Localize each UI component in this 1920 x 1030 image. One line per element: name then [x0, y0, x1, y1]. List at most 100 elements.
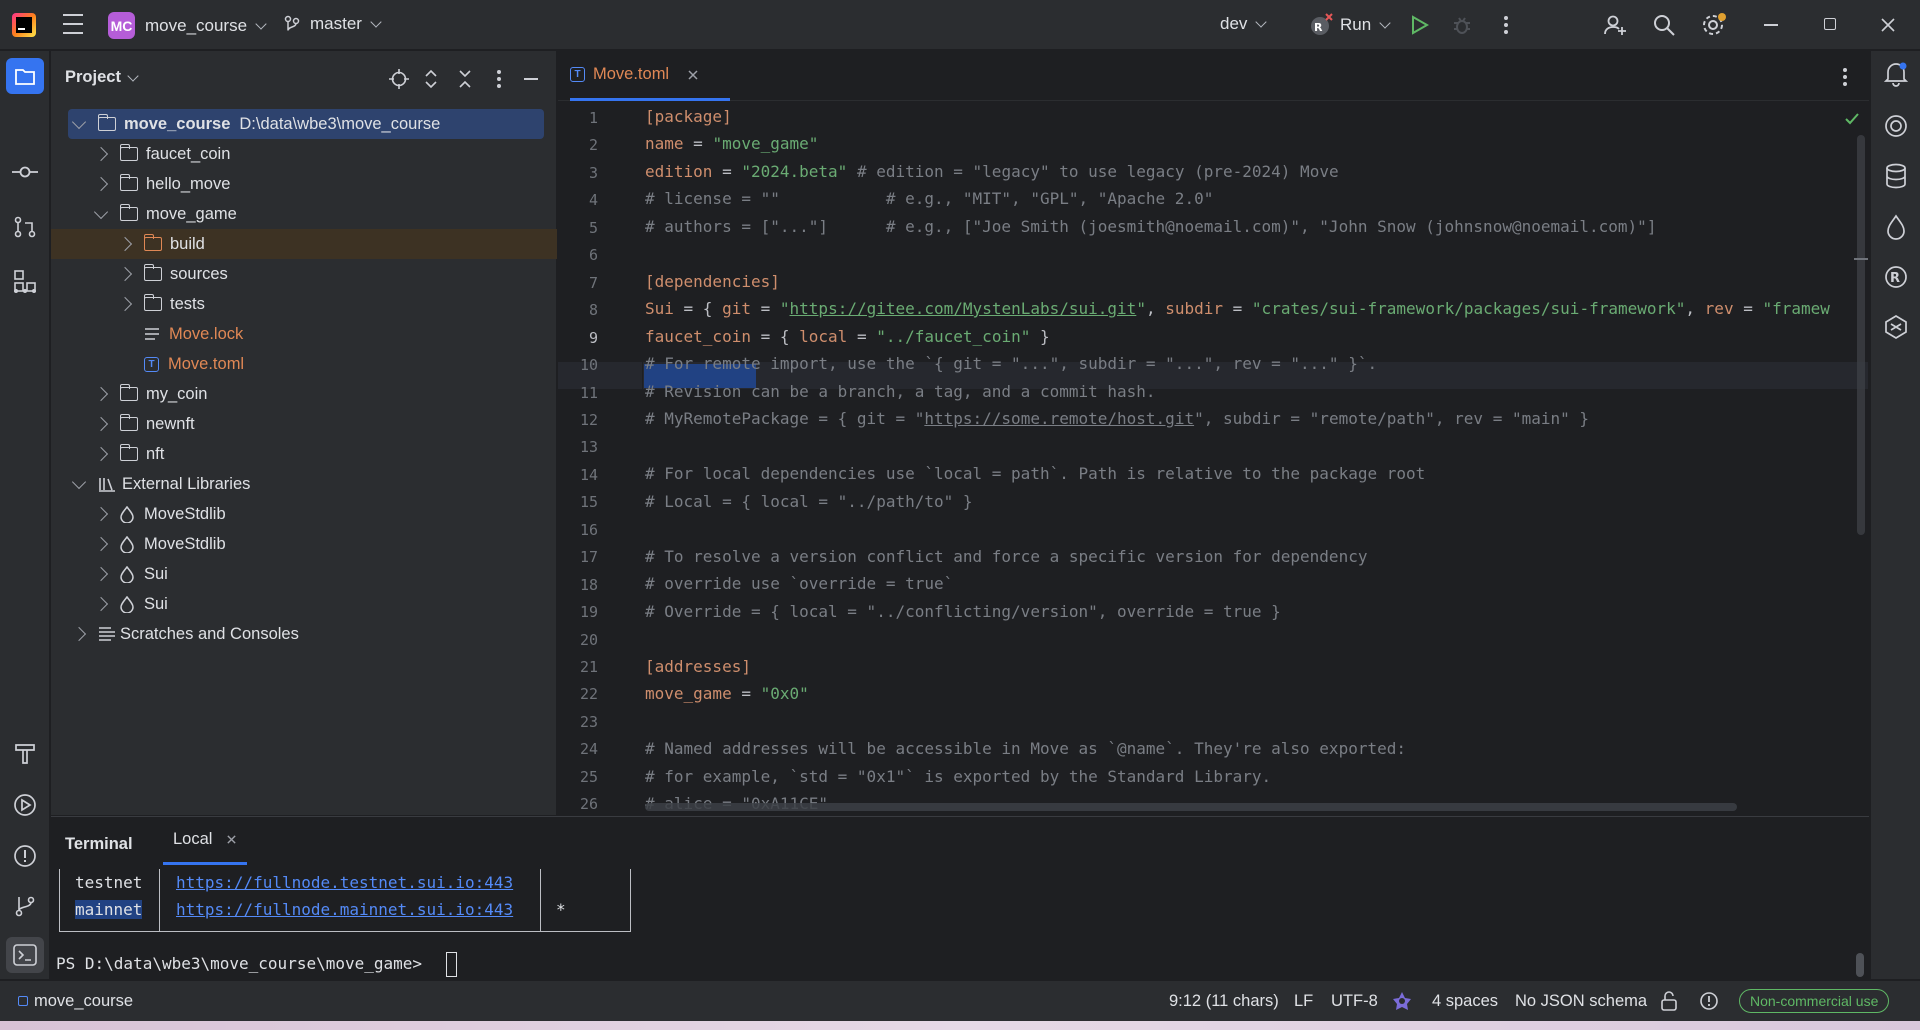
- move-drop-icon: [120, 595, 134, 613]
- vertical-scrollbar[interactable]: [1857, 135, 1865, 535]
- tree-item-faucet-coin[interactable]: faucet_coin: [51, 139, 557, 169]
- terminal-scrollbar[interactable]: [1856, 953, 1864, 977]
- chevron-down-icon: [93, 204, 109, 219]
- tree-item-hello-move[interactable]: hello_move: [51, 169, 557, 199]
- tree-item-label: move_course: [124, 114, 231, 133]
- close-tab-icon[interactable]: [226, 834, 237, 845]
- terminal-tool-button[interactable]: [6, 937, 44, 973]
- tree-item-label: sources: [170, 264, 228, 283]
- tree-item-sui-1[interactable]: Sui: [51, 559, 557, 589]
- pull-requests-icon[interactable]: [13, 215, 37, 239]
- git-icon[interactable]: [13, 894, 37, 918]
- line-ending[interactable]: LF: [1294, 981, 1313, 1021]
- tree-item-move-toml[interactable]: T Move.toml: [51, 349, 557, 379]
- commit-icon[interactable]: [12, 165, 38, 179]
- more-options-icon[interactable]: [1504, 16, 1508, 34]
- tree-item-tests[interactable]: tests: [51, 289, 557, 319]
- tree-item-scratches[interactable]: Scratches and Consoles: [51, 619, 557, 649]
- indent-setting[interactable]: 4 spaces: [1432, 981, 1498, 1021]
- file-encoding[interactable]: UTF-8: [1331, 981, 1378, 1021]
- run-config-selector[interactable]: dev: [1220, 14, 1268, 34]
- chevron-right-icon: [93, 176, 109, 192]
- settings-gear-icon[interactable]: [1701, 12, 1727, 38]
- tree-item-move-game[interactable]: move_game: [51, 199, 557, 229]
- line-number: 10: [579, 356, 598, 375]
- locate-icon[interactable]: [389, 69, 409, 89]
- line-number: 12: [579, 410, 598, 429]
- code-line: # authors = ["..."] # e.g., ["Joe Smith …: [645, 217, 1657, 236]
- project-name: move_course: [145, 15, 248, 35]
- terminal-tab-local[interactable]: Local: [163, 817, 248, 865]
- project-switcher[interactable]: MC move_course: [108, 12, 267, 39]
- line-number: 9: [588, 328, 598, 347]
- lock-open-icon[interactable]: [1660, 991, 1678, 1011]
- collapse-all-icon[interactable]: [458, 68, 472, 90]
- more-tools-icon[interactable]: [14, 289, 36, 293]
- services-icon[interactable]: [12, 792, 38, 818]
- tree-item-newnft[interactable]: newnft: [51, 409, 557, 439]
- json-schema[interactable]: No JSON schema: [1515, 981, 1647, 1021]
- tree-item-my-coin[interactable]: my_coin: [51, 379, 557, 409]
- tree-item-movestdlib-1[interactable]: MoveStdlib: [51, 499, 557, 529]
- tree-item-sources[interactable]: sources: [51, 259, 557, 289]
- terminal-link[interactable]: https://fullnode.mainnet.sui.io:443: [176, 900, 513, 919]
- license-badge[interactable]: Non-commercial use: [1739, 989, 1890, 1013]
- tree-item-build[interactable]: build: [51, 229, 557, 259]
- tree-item-label: faucet_coin: [146, 144, 231, 163]
- tree-item-move-lock[interactable]: Move.lock: [51, 319, 557, 349]
- tab-move-toml[interactable]: T Move.toml: [570, 51, 730, 101]
- chevron-right-icon: [117, 236, 133, 252]
- status-breadcrumb[interactable]: move_course: [18, 981, 133, 1021]
- minimize-icon[interactable]: [1764, 24, 1778, 26]
- remote-url-link[interactable]: https://some.remote/host.git: [924, 409, 1194, 428]
- terminal-title[interactable]: Terminal: [65, 835, 133, 854]
- horizontal-scrollbar[interactable]: [645, 803, 1737, 811]
- terminal-cursor[interactable]: [446, 952, 457, 977]
- project-panel-header[interactable]: Project: [65, 68, 139, 87]
- close-tab-icon[interactable]: [687, 69, 699, 81]
- search-icon[interactable]: [1652, 13, 1676, 37]
- editorconfig-icon[interactable]: [1392, 991, 1412, 1011]
- expand-all-icon[interactable]: [424, 68, 438, 90]
- rust-rover-icon[interactable]: R: [1883, 264, 1909, 290]
- line-number: 8: [588, 301, 598, 320]
- warning-info-icon[interactable]: [1699, 991, 1719, 1011]
- restore-icon[interactable]: [1824, 18, 1836, 30]
- hide-panel-icon[interactable]: [524, 78, 538, 80]
- git-url-link[interactable]: https://gitee.com/MystenLabs/sui.git: [790, 299, 1137, 318]
- tab-options-icon[interactable]: [1843, 68, 1847, 86]
- notifications-bell-icon[interactable]: [1884, 61, 1908, 87]
- tree-item-sui-2[interactable]: Sui: [51, 589, 557, 619]
- terminal-link[interactable]: https://fullnode.testnet.sui.io:443: [176, 873, 513, 892]
- add-user-icon[interactable]: [1603, 13, 1627, 37]
- ai-assistant-icon[interactable]: [1883, 113, 1909, 139]
- project-tool-button[interactable]: [6, 58, 44, 94]
- no-problems-check-icon[interactable]: [1844, 112, 1860, 126]
- line-number: 7: [588, 273, 598, 292]
- build-hammer-icon[interactable]: [13, 741, 37, 765]
- debug-icon[interactable]: [1451, 14, 1473, 36]
- chevron-down-icon: [127, 69, 139, 82]
- app-logo-icon[interactable]: [12, 13, 36, 37]
- options-menu-icon[interactable]: [497, 70, 501, 88]
- tree-item-move-course[interactable]: move_course D:\data\wbe3\move_course: [68, 109, 544, 139]
- caret-position[interactable]: 9:12 (11 chars): [1169, 981, 1279, 1021]
- main-menu-icon[interactable]: [62, 14, 84, 34]
- right-tool-strip: R: [1870, 51, 1920, 979]
- branch-switcher[interactable]: master: [284, 14, 382, 34]
- run-widget[interactable]: R Run: [1308, 12, 1391, 38]
- tree-item-external-libraries[interactable]: External Libraries: [51, 469, 557, 499]
- line-number: 6: [588, 246, 598, 265]
- problems-icon[interactable]: [12, 843, 38, 869]
- tree-item-nft[interactable]: nft: [51, 439, 557, 469]
- plugin-icon[interactable]: [1883, 314, 1909, 340]
- breadcrumb-label: move_course: [34, 991, 134, 1010]
- run-icon[interactable]: [1411, 15, 1429, 35]
- code-line: [package]: [645, 107, 732, 126]
- tree-item-movestdlib-2[interactable]: MoveStdlib: [51, 529, 557, 559]
- close-window-icon[interactable]: [1880, 17, 1896, 33]
- database-icon[interactable]: [1885, 163, 1907, 189]
- tree-item-label: Move.toml: [168, 354, 245, 373]
- code-line: # Named addresses will be accessible in …: [645, 739, 1406, 758]
- sui-drop-icon[interactable]: [1886, 214, 1906, 240]
